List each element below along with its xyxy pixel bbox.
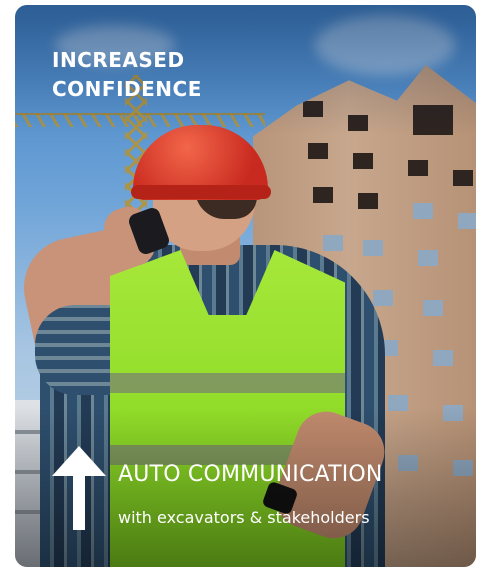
- building-window: [413, 203, 433, 219]
- building-window: [408, 160, 428, 176]
- feature-subtitle: with excavators & stakeholders: [118, 508, 370, 527]
- building-window: [453, 170, 473, 186]
- hard-hat-brim: [131, 185, 271, 199]
- building-window: [363, 240, 383, 256]
- building-window: [313, 187, 333, 203]
- building-window: [433, 350, 453, 366]
- building-window: [323, 235, 343, 251]
- building-window: [353, 153, 373, 169]
- building-window: [358, 193, 378, 209]
- card-headline: INCREASED CONFIDENCE: [52, 48, 202, 101]
- building-window: [423, 300, 443, 316]
- building-window: [458, 213, 476, 229]
- building-window: [373, 290, 393, 306]
- feature-title: AUTO COMMUNICATION: [118, 462, 383, 487]
- vest-reflective-stripe: [110, 373, 345, 393]
- building-window: [308, 143, 328, 159]
- arrow-up-icon: [52, 446, 106, 530]
- building-window: [418, 250, 438, 266]
